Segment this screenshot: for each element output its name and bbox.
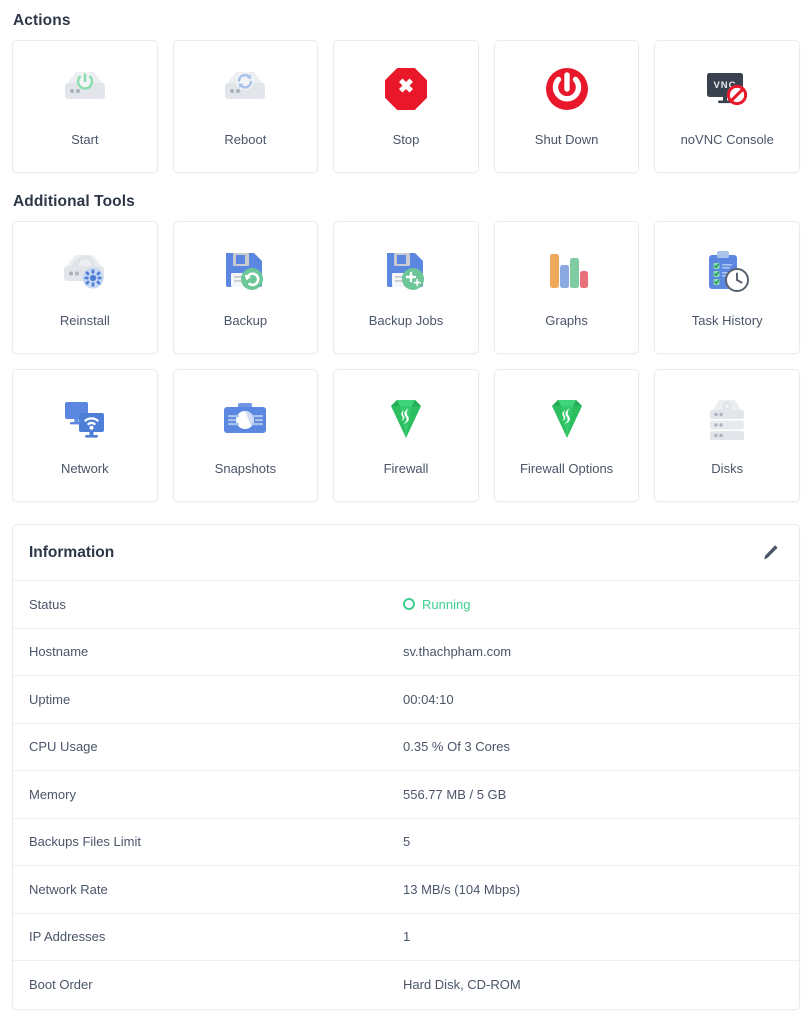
tool-label: Firewall Options <box>520 461 613 477</box>
action-label: noVNC Console <box>681 132 774 148</box>
row-key: Backups Files Limit <box>13 834 403 849</box>
disk-power-icon <box>52 60 118 122</box>
row-value: sv.thachpham.com <box>403 644 511 659</box>
tool-card-reinstall[interactable]: Reinstall <box>12 221 158 354</box>
action-card-novnc-console[interactable]: VNC noVNC Console <box>654 40 800 173</box>
row-key: IP Addresses <box>13 929 403 944</box>
tool-card-network[interactable]: Network <box>12 369 158 502</box>
tool-label: Graphs <box>545 313 588 329</box>
vnc-blocked-icon: VNC <box>694 60 760 122</box>
power-off-icon <box>534 60 600 122</box>
action-label: Reboot <box>224 132 266 148</box>
information-panel: Information Status Running Hostname sv.t… <box>12 524 800 1010</box>
tool-card-graphs[interactable]: Graphs <box>494 221 640 354</box>
tool-label: Disks <box>711 461 743 477</box>
bar-chart-icon <box>534 241 600 303</box>
action-card-shutdown[interactable]: Shut Down <box>494 40 640 173</box>
shield-diamond-icon <box>373 389 439 451</box>
table-row: Memory 556.77 MB / 5 GB <box>13 771 799 819</box>
row-value: 0.35 % Of 3 Cores <box>403 739 510 754</box>
actions-grid: Start Reboot <box>12 40 800 173</box>
table-row: Backups Files Limit 5 <box>13 819 799 867</box>
action-label: Start <box>71 132 98 148</box>
floppy-restore-icon <box>212 241 278 303</box>
table-row: Network Rate 13 MB/s (104 Mbps) <box>13 866 799 914</box>
row-value: 556.77 MB / 5 GB <box>403 787 506 802</box>
tools-grid-row2: Network <box>12 369 800 502</box>
tool-label: Firewall <box>384 461 429 477</box>
disk-stack-icon <box>694 389 760 451</box>
actions-section-title: Actions <box>12 0 800 40</box>
table-row: Boot Order Hard Disk, CD-ROM <box>13 961 799 1009</box>
row-key: Hostname <box>13 644 403 659</box>
table-row: Uptime 00:04:10 <box>13 676 799 724</box>
tool-label: Snapshots <box>215 461 276 477</box>
tools-grid-row1: Reinstall Backup <box>12 221 800 354</box>
tool-card-disks[interactable]: Disks <box>654 369 800 502</box>
action-card-start[interactable]: Start <box>12 40 158 173</box>
tool-label: Reinstall <box>60 313 110 329</box>
action-card-reboot[interactable]: Reboot <box>173 40 319 173</box>
row-value: 1 <box>403 929 410 944</box>
row-value: 13 MB/s (104 Mbps) <box>403 882 520 897</box>
table-row: Hostname sv.thachpham.com <box>13 629 799 677</box>
row-value: 00:04:10 <box>403 692 454 707</box>
vps-manage-page: Actions Start <box>0 0 812 1010</box>
row-key: Status <box>13 597 403 612</box>
edit-information-button[interactable] <box>759 541 782 564</box>
tool-label: Backup <box>224 313 267 329</box>
table-row: CPU Usage 0.35 % Of 3 Cores <box>13 724 799 772</box>
monitors-wifi-icon <box>52 389 118 451</box>
tool-card-snapshots[interactable]: Snapshots <box>173 369 319 502</box>
action-label: Stop <box>393 132 420 148</box>
row-value: Running <box>422 597 470 612</box>
action-card-stop[interactable]: Stop <box>333 40 479 173</box>
floppy-gear-icon <box>373 241 439 303</box>
row-value: 5 <box>403 834 410 849</box>
tool-card-firewall-options[interactable]: Firewall Options <box>494 369 640 502</box>
tool-card-backup[interactable]: Backup <box>173 221 319 354</box>
tool-card-backup-jobs[interactable]: Backup Jobs <box>333 221 479 354</box>
table-row: IP Addresses 1 <box>13 914 799 962</box>
shield-diamond-icon <box>534 389 600 451</box>
pencil-icon <box>761 543 780 562</box>
table-row: Status Running <box>13 581 799 629</box>
tool-card-task-history[interactable]: Task History <box>654 221 800 354</box>
row-key: Network Rate <box>13 882 403 897</box>
tools-section-title: Additional Tools <box>12 173 800 221</box>
action-label: Shut Down <box>535 132 599 148</box>
page-title: Information <box>29 544 114 562</box>
clipboard-clock-icon <box>694 241 760 303</box>
tool-label: Task History <box>692 313 763 329</box>
row-key: Memory <box>13 787 403 802</box>
tool-label: Backup Jobs <box>369 313 443 329</box>
camera-icon <box>212 389 278 451</box>
information-panel-header: Information <box>13 525 799 581</box>
tool-card-firewall[interactable]: Firewall <box>333 369 479 502</box>
status-badge: Running <box>403 597 470 612</box>
disk-reinstall-icon <box>52 241 118 303</box>
row-value: Hard Disk, CD-ROM <box>403 977 521 992</box>
stop-octagon-icon <box>373 60 439 122</box>
row-key: Boot Order <box>13 977 403 992</box>
status-circle-icon <box>403 598 415 610</box>
tool-label: Network <box>61 461 109 477</box>
disk-reboot-icon <box>212 60 278 122</box>
row-key: Uptime <box>13 692 403 707</box>
row-key: CPU Usage <box>13 739 403 754</box>
